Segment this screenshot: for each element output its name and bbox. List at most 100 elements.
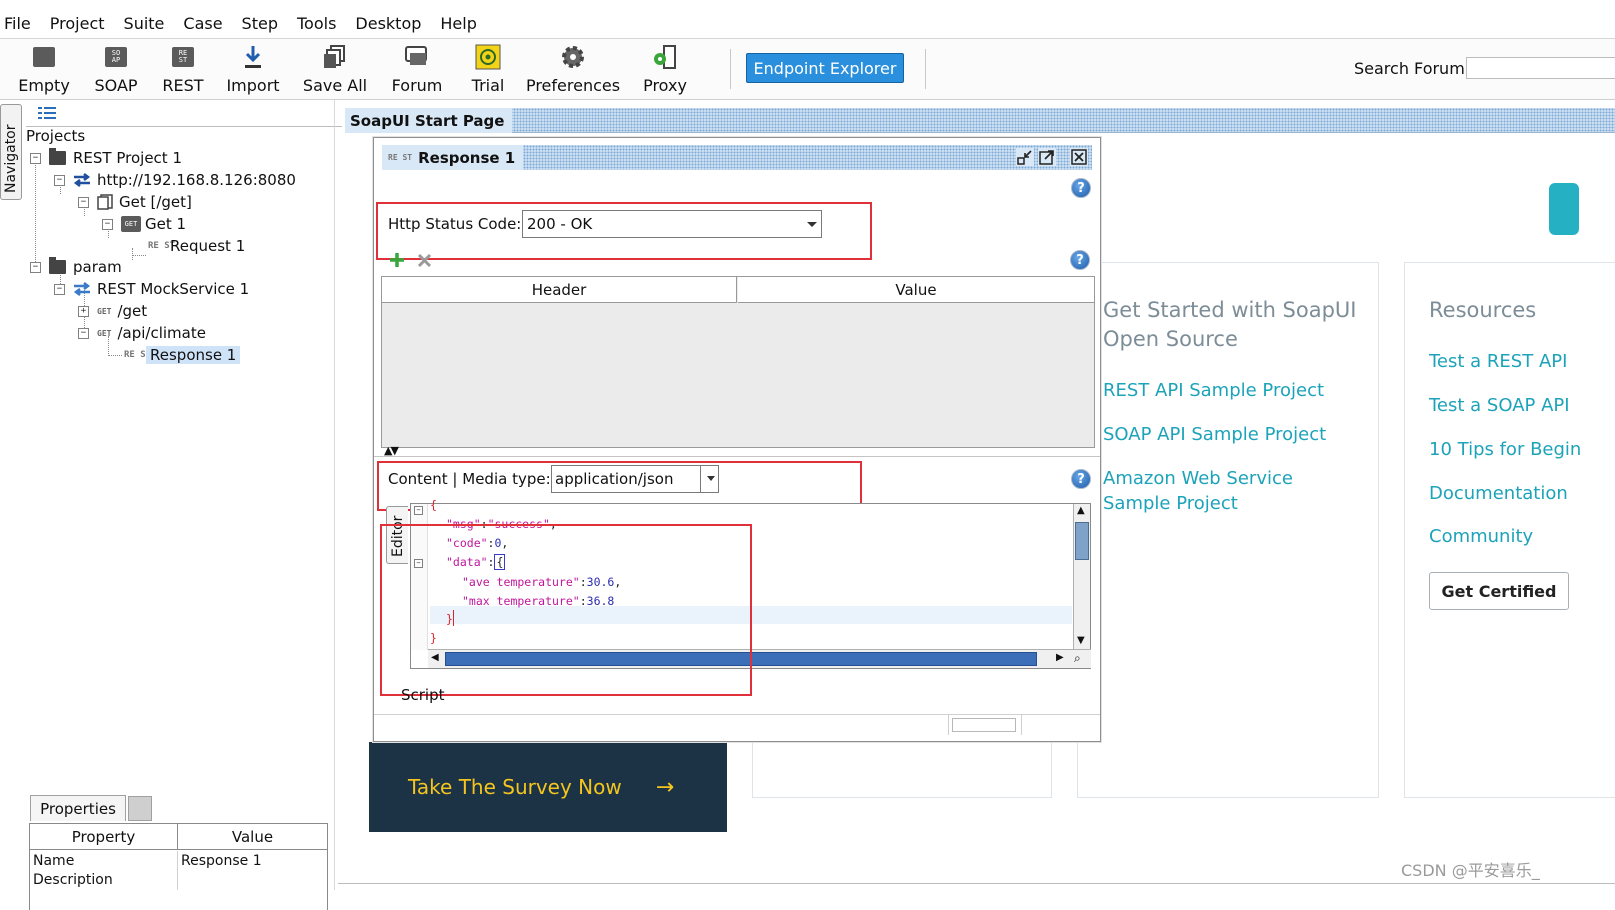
value-column-header[interactable]: Value <box>178 824 327 850</box>
tree-root-projects[interactable]: Projects <box>26 125 85 147</box>
scroll-right-icon[interactable]: ▶ <box>1056 652 1064 663</box>
preferences-button[interactable]: Preferences <box>526 41 620 99</box>
start-page-tab[interactable]: SoapUI Start Page <box>345 108 1615 133</box>
soap-button[interactable]: SO AP SOAP <box>94 41 138 99</box>
add-icon[interactable] <box>389 252 405 268</box>
property-name-cell[interactable]: Description <box>30 870 178 890</box>
resource-icon <box>97 194 113 210</box>
scroll-thumb[interactable] <box>1075 522 1089 560</box>
menu-suite[interactable]: Suite <box>120 14 173 33</box>
toolbar-divider <box>925 49 926 89</box>
collapse-icon[interactable]: − <box>102 218 113 230</box>
menu-file[interactable]: File <box>0 14 39 33</box>
response-window-titlebar[interactable]: RE ST Response 1 <box>382 145 1092 170</box>
resource-link-docs[interactable]: Documentation <box>1429 481 1568 506</box>
trial-icon <box>474 43 502 71</box>
maximize-icon[interactable] <box>1038 148 1056 166</box>
get-action-icon: GET <box>97 306 112 316</box>
properties-secondary-tab[interactable] <box>128 796 152 821</box>
scroll-up-icon[interactable]: ▲ <box>1077 505 1085 516</box>
menu-tools[interactable]: Tools <box>293 14 344 33</box>
rest-button[interactable]: RE ST REST <box>162 41 204 99</box>
collapse-icon[interactable]: − <box>78 196 89 208</box>
script-tab-label[interactable]: Script <box>401 686 445 704</box>
survey-banner[interactable]: Take The Survey Now → <box>369 742 727 832</box>
close-icon[interactable] <box>1070 148 1088 166</box>
tree-item-request[interactable]: RE ST Request 1 <box>148 235 245 257</box>
response-status-bar <box>374 714 1100 742</box>
get-certified-button[interactable]: Get Certified <box>1429 572 1569 610</box>
collapse-icon[interactable]: − <box>54 174 65 186</box>
import-button[interactable]: Import <box>226 41 280 99</box>
tree-item-response[interactable]: RE ST Response 1 <box>124 344 241 366</box>
help-icon[interactable]: ? <box>1070 250 1090 270</box>
navigator-tab[interactable]: Navigator <box>0 104 22 200</box>
tree-item-mockservice[interactable]: − REST MockService 1 <box>54 278 249 300</box>
list-view-icon[interactable] <box>38 106 56 120</box>
endpoint-explorer-button[interactable]: Endpoint Explorer <box>746 53 904 83</box>
menu-project[interactable]: Project <box>46 14 113 33</box>
tree-item-rest-project[interactable]: − REST Project 1 <box>30 147 182 169</box>
tree-item-climate-action[interactable]: − GET /api/climate <box>78 322 206 344</box>
vertical-scrollbar[interactable]: ▲ ▼ <box>1073 504 1090 650</box>
collapse-icon[interactable]: − <box>30 152 41 164</box>
collapse-icon[interactable]: − <box>54 283 65 295</box>
tree-item-label: REST MockService 1 <box>97 280 250 298</box>
navigator-tab-label: Navigator <box>3 124 19 193</box>
property-name-cell[interactable]: Name <box>30 851 178 871</box>
resource-link-community[interactable]: Community <box>1429 524 1533 549</box>
progress-indicator <box>952 718 1016 732</box>
empty-button[interactable]: Empty <box>18 41 70 99</box>
survey-text: Take The Survey Now <box>408 775 622 799</box>
property-value-cell[interactable]: Response 1 <box>178 851 327 871</box>
menu-desktop[interactable]: Desktop <box>351 14 429 33</box>
resource-link-tips[interactable]: 10 Tips for Begin <box>1429 437 1581 462</box>
delete-icon[interactable] <box>417 253 432 268</box>
fold-icon[interactable]: − <box>414 506 423 515</box>
tree-item-service[interactable]: − http://192.168.8.126:8080 <box>54 169 296 191</box>
search-forum-input[interactable] <box>1466 57 1615 79</box>
dropdown-button[interactable] <box>700 466 718 492</box>
rest-sample-link[interactable]: REST API Sample Project <box>1103 378 1324 403</box>
menu-case[interactable]: Case <box>179 14 230 33</box>
soap-sample-link[interactable]: SOAP API Sample Project <box>1103 422 1326 447</box>
property-value-cell[interactable] <box>178 870 327 890</box>
media-type-select[interactable]: application/json <box>551 465 719 493</box>
tree-item-label: Get [/get] <box>119 193 192 211</box>
proxy-button[interactable]: Proxy <box>642 41 688 99</box>
properties-tab[interactable]: Properties <box>30 795 126 821</box>
menu-step[interactable]: Step <box>238 14 286 33</box>
resource-link-rest[interactable]: Test a REST API <box>1429 349 1567 374</box>
tree-item-label: REST Project 1 <box>73 149 182 167</box>
expand-icon[interactable]: + <box>78 305 89 317</box>
rest-project-icon: RE ST <box>169 43 197 71</box>
scroll-down-icon[interactable]: ▼ <box>1077 635 1085 646</box>
tree-item-resource[interactable]: − Get [/get] <box>78 191 192 213</box>
value-column[interactable]: Value <box>738 277 1094 303</box>
collapse-icon[interactable]: − <box>30 261 41 273</box>
save-all-button[interactable]: Save All <box>303 41 367 99</box>
help-icon[interactable]: ? <box>1071 469 1091 489</box>
trial-label: Trial <box>471 76 505 95</box>
header-column[interactable]: Header <box>382 277 737 303</box>
tree-item-label: param <box>73 258 122 276</box>
resource-link-soap[interactable]: Test a SOAP API <box>1429 393 1570 418</box>
forum-button[interactable]: Forum <box>392 41 442 99</box>
property-column-header[interactable]: Property <box>30 824 178 850</box>
help-icon[interactable]: ? <box>1071 178 1091 198</box>
promo-button-edge[interactable] <box>1549 183 1579 235</box>
tree-item-param[interactable]: − param <box>30 256 122 278</box>
aws-sample-link[interactable]: Amazon Web Service Sample Project <box>1103 466 1365 516</box>
trial-button[interactable]: Trial <box>470 41 506 99</box>
minimize-icon[interactable] <box>1016 148 1034 166</box>
tree-item-get-action[interactable]: + GET /get <box>78 300 147 322</box>
panel-splitter[interactable] <box>334 100 338 890</box>
tree-line <box>132 255 146 256</box>
tree-item-method[interactable]: − GET Get 1 <box>102 213 186 235</box>
http-status-select[interactable]: 200 - OK <box>522 210 822 238</box>
rest-label: REST <box>162 76 204 95</box>
search-icon[interactable]: ⌕ <box>1074 651 1081 666</box>
tree-item-label-selected: Response 1 <box>146 346 241 364</box>
collapse-icon[interactable]: − <box>78 327 89 339</box>
menu-help[interactable]: Help <box>436 14 484 33</box>
